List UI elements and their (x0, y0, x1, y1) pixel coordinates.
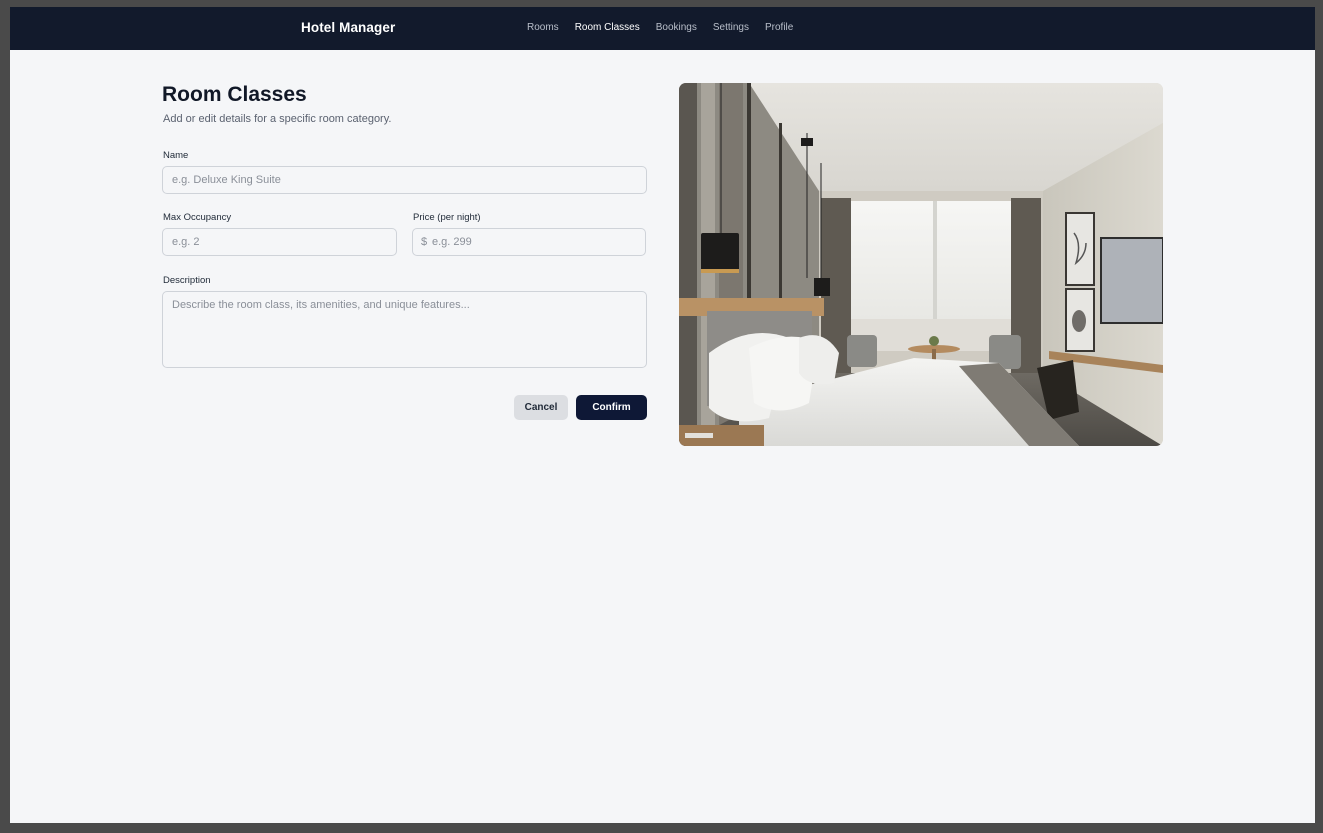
nav-item-settings[interactable]: Settings (713, 22, 749, 33)
page-title: Room Classes (162, 83, 307, 106)
description-label: Description (163, 275, 211, 286)
top-navbar: Hotel Manager Rooms Room Classes Booking… (10, 7, 1315, 50)
nav-item-rooms[interactable]: Rooms (527, 22, 559, 33)
nav-item-profile[interactable]: Profile (765, 22, 793, 33)
brand-logo-text[interactable]: Hotel Manager (301, 20, 395, 35)
page-subtitle: Add or edit details for a specific room … (163, 113, 392, 125)
cancel-button[interactable]: Cancel (514, 395, 568, 420)
price-field: $ (412, 228, 646, 256)
main-nav: Rooms Room Classes Bookings Settings Pro… (527, 22, 793, 33)
nav-item-bookings[interactable]: Bookings (656, 22, 697, 33)
room-preview-image (679, 83, 1163, 446)
name-label: Name (163, 150, 189, 161)
price-input[interactable] (432, 229, 642, 255)
name-input[interactable] (162, 166, 647, 194)
max-occupancy-input[interactable] (162, 228, 397, 256)
price-label: Price (per night) (413, 212, 481, 223)
confirm-button[interactable]: Confirm (576, 395, 647, 420)
currency-prefix: $ (421, 236, 428, 248)
app-window: Hotel Manager Rooms Room Classes Booking… (10, 7, 1315, 823)
nav-item-room-classes[interactable]: Room Classes (575, 22, 640, 33)
max-occupancy-label: Max Occupancy (163, 212, 232, 223)
description-textarea[interactable] (162, 291, 647, 368)
